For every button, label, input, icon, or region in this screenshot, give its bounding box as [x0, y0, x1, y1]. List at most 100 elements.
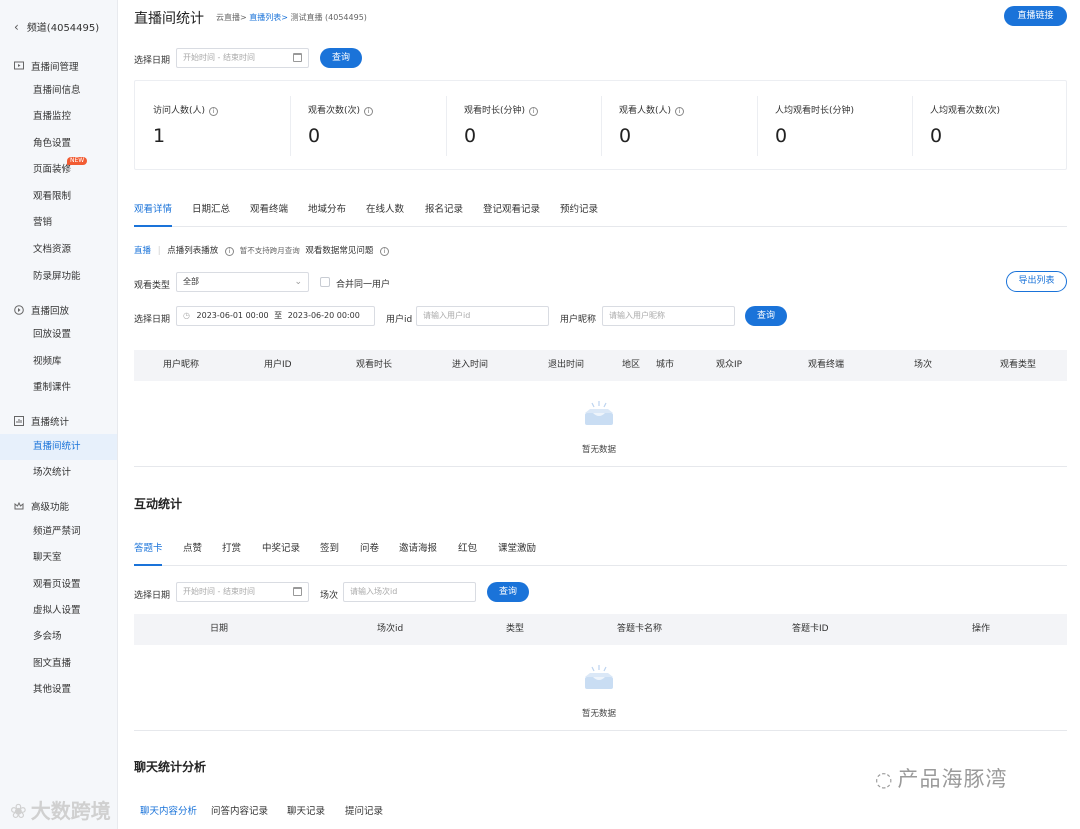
tab-signup[interactable]: 报名记录	[425, 201, 463, 215]
sidebar-item-chatroom[interactable]: 聊天室	[0, 545, 117, 571]
tab-register-watch[interactable]: 登记观看记录	[483, 201, 540, 215]
group-advanced[interactable]: 高级功能	[14, 499, 69, 513]
interact-date-input[interactable]: 开始时间 - 结束时间	[176, 582, 309, 602]
breadcrumb-cloud-live[interactable]: 云直播>	[216, 13, 247, 22]
crown-icon	[14, 501, 24, 511]
tab-checkin[interactable]: 签到	[320, 540, 339, 554]
nick-input[interactable]: 请输入用户昵称	[602, 306, 735, 326]
sidebar-item-text-live[interactable]: 图文直播	[0, 651, 117, 677]
view-date-range-input[interactable]: ◷ 2023-06-01 00:00 至 2023-06-20 00:00	[176, 306, 375, 326]
chevron-down-icon: ⌄	[294, 277, 302, 287]
stat-value: 0	[464, 125, 477, 147]
watermark-right: ◌ 产品海豚湾	[875, 763, 1007, 793]
info-icon[interactable]: i	[675, 107, 685, 116]
stat-views: 观看次数(次) i 0	[290, 81, 445, 171]
sidebar-item-page-decor[interactable]: 页面装修 NEW	[0, 157, 117, 183]
tab-class-incentive[interactable]: 课堂激励	[498, 540, 536, 554]
sub-live[interactable]: 直播	[134, 246, 151, 256]
breadcrumb-live-list[interactable]: 直播列表>	[249, 13, 288, 22]
sidebar-item-monitor[interactable]: 直播监控	[0, 104, 117, 130]
session-input[interactable]: 请输入场次id	[343, 582, 476, 602]
group-playback[interactable]: 直播回放	[14, 303, 69, 317]
col-duration: 观看时长	[356, 360, 393, 370]
watermark-left-text: 大数跨境	[30, 799, 111, 823]
session-label: 场次	[320, 591, 339, 601]
sidebar-item-docs[interactable]: 文档资源	[0, 237, 117, 263]
sidebar-item-roles[interactable]: 角色设置	[0, 131, 117, 157]
date-range-input[interactable]: 开始时间 - 结束时间	[176, 48, 309, 68]
sidebar-item-multi-venue[interactable]: 多会场	[0, 624, 117, 650]
export-list-button[interactable]: 导出列表	[1006, 271, 1067, 292]
col-userid: 用户ID	[264, 360, 292, 370]
stat-visitors: 访问人数(人) i 1	[135, 81, 290, 171]
sidebar-item-anti-record[interactable]: 防录屏功能	[0, 264, 117, 290]
stats-card: 访问人数(人) i 1 观看次数(次) i 0 观看时长(分钟) i 0 观看人数(人…	[134, 80, 1067, 170]
interact-table-header: 日期 场次id 类型 答题卡名称 答题卡ID 操作	[134, 614, 1067, 645]
group-live-stats[interactable]: 直播统计	[14, 414, 69, 428]
sidebar-item-marketing[interactable]: 营销	[0, 210, 117, 236]
date-placeholder: 开始时间 - 结束时间	[183, 53, 255, 62]
breadcrumb: 云直播> 直播列表> 测试直播 (4054495)	[216, 12, 367, 23]
view-tabs: 观看详情 日期汇总 观看终端 地域分布 在线人数 报名记录 登记观看记录 预约记…	[134, 201, 1067, 227]
stat-label: 观看次数(次)	[308, 106, 361, 116]
info-icon[interactable]: i	[380, 247, 390, 256]
info-icon[interactable]: i	[225, 247, 235, 256]
chat-title: 聊天统计分析	[134, 760, 207, 774]
merge-user-checkbox[interactable]	[320, 277, 330, 287]
col-session-id: 场次id	[377, 624, 404, 634]
sidebar-item-playback-settings[interactable]: 回放设置	[0, 322, 117, 348]
col-terminal: 观看终端	[808, 360, 845, 370]
tab-survey[interactable]: 问卷	[360, 540, 379, 554]
tab-view-detail[interactable]: 观看详情	[134, 201, 172, 215]
sidebar-item-other-settings[interactable]: 其他设置	[0, 677, 117, 703]
date-sep: 至	[274, 311, 283, 320]
tab-lottery[interactable]: 中奖记录	[262, 540, 300, 554]
col-nickname: 用户昵称	[163, 360, 200, 370]
tab-reward[interactable]: 打赏	[222, 540, 241, 554]
col-city: 城市	[656, 360, 675, 370]
sidebar-item-label: 页面装修	[33, 164, 72, 175]
info-icon[interactable]: i	[209, 107, 219, 116]
sidebar-item-view-limit[interactable]: 观看限制	[0, 184, 117, 210]
group-live-room-manage[interactable]: 直播间管理	[14, 59, 79, 73]
col-session: 场次	[914, 360, 933, 370]
back-to-channel[interactable]: ‹ 频道(4054495)	[14, 19, 99, 35]
tab-like[interactable]: 点赞	[183, 540, 202, 554]
tab-reservation[interactable]: 预约记录	[560, 201, 598, 215]
query-button[interactable]: 查询	[320, 48, 362, 68]
tab-qa-record[interactable]: 问答内容记录	[211, 803, 268, 817]
sidebar-item-room-stats[interactable]: 直播间统计	[0, 434, 117, 460]
info-icon[interactable]: i	[529, 107, 539, 116]
view-type-select[interactable]: 全部 ⌄	[176, 272, 309, 292]
sidebar-item-session-stats[interactable]: 场次统计	[0, 460, 117, 486]
tab-date-summary[interactable]: 日期汇总	[192, 201, 230, 215]
sub-vod[interactable]: 点播列表播放	[167, 246, 218, 256]
info-icon[interactable]: i	[364, 107, 374, 116]
sidebar-item-room-info[interactable]: 直播间信息	[0, 78, 117, 104]
view-query-button[interactable]: 查询	[745, 306, 787, 326]
tab-chat-record[interactable]: 聊天记录	[287, 803, 325, 817]
tab-online[interactable]: 在线人数	[366, 201, 404, 215]
sidebar-item-banned-words[interactable]: 频道严禁词	[0, 519, 117, 545]
tab-question-record[interactable]: 提问记录	[345, 803, 383, 817]
live-link-button[interactable]: 直播链接	[1004, 6, 1067, 26]
tab-chat-analysis[interactable]: 聊天内容分析	[140, 803, 197, 817]
tab-red-packet[interactable]: 红包	[458, 540, 477, 554]
sidebar-item-watch-page[interactable]: 观看页设置	[0, 572, 117, 598]
userid-input[interactable]: 请输入用户id	[416, 306, 549, 326]
tab-invite-poster[interactable]: 邀请海报	[399, 540, 437, 554]
tab-answer-card[interactable]: 答题卡	[134, 540, 163, 554]
tab-underline	[134, 564, 162, 566]
sub-faq[interactable]: 观看数据常见问题	[305, 246, 373, 256]
stat-value: 0	[930, 125, 943, 147]
tab-region[interactable]: 地域分布	[308, 201, 346, 215]
sidebar-item-virtual-human[interactable]: 虚拟人设置	[0, 598, 117, 624]
sidebar-item-remake-course[interactable]: 重制课件	[0, 375, 117, 401]
tab-terminal[interactable]: 观看终端	[250, 201, 288, 215]
sidebar-item-video-library[interactable]: 视频库	[0, 349, 117, 375]
stat-label: 人均观看时长(分钟)	[775, 106, 855, 116]
watermark-right-text: 产品海豚湾	[897, 767, 1008, 791]
col-date: 日期	[210, 624, 229, 634]
interact-query-button[interactable]: 查询	[487, 582, 529, 602]
col-ip: 观众IP	[716, 360, 743, 370]
